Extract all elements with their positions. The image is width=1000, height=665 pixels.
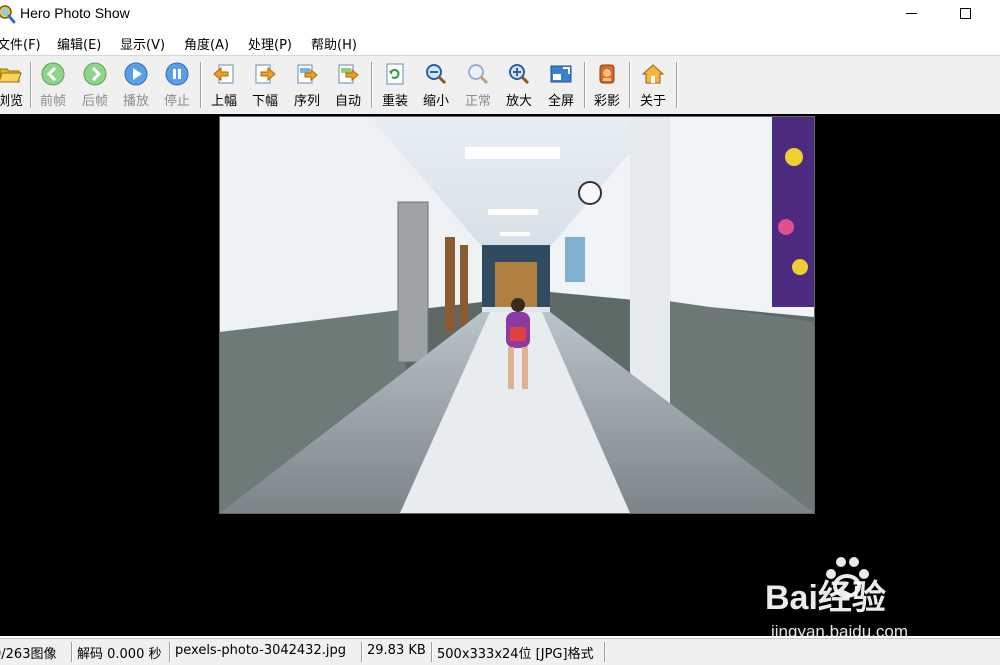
- stop-label: 停止: [163, 94, 190, 109]
- reload-icon: [386, 63, 404, 85]
- zoom-in-button[interactable]: 放大: [499, 59, 539, 111]
- minimize-button[interactable]: [888, 0, 934, 28]
- arrow-right-circle-icon: [83, 62, 107, 86]
- status-format: 500x333x24位 [JPG]格式: [437, 647, 594, 662]
- menu-help[interactable]: 帮助(H): [311, 34, 357, 53]
- watermark-text: Bai经验: [765, 579, 886, 617]
- prev-frame-button[interactable]: 前帧: [33, 59, 73, 111]
- title-bar: Hero Photo Show: [0, 0, 1000, 28]
- status-separator: [169, 642, 171, 662]
- auto-button[interactable]: 自动: [328, 59, 368, 111]
- status-bar: 0/263图像 解码 0.000 秒 pexels-photo-3042432.…: [0, 638, 1000, 665]
- page-arrow-right-icon: [255, 64, 276, 84]
- about-button[interactable]: 关于: [633, 59, 673, 111]
- menu-bar: 文件(F) 编辑(E) 显示(V) 角度(A) 处理(P) 帮助(H): [0, 31, 1000, 53]
- film-sequence-icon: [297, 64, 318, 84]
- hallway-photo-image: [220, 117, 814, 513]
- sequence-button[interactable]: 序列: [287, 59, 327, 111]
- zoom-out-button[interactable]: 缩小: [416, 59, 456, 111]
- status-separator: [431, 642, 433, 662]
- toolbar: 浏览 前帧 后帧 播放 停止 上幅 下幅 序列 自动 重装 缩小 正常 放大 全…: [0, 55, 1000, 115]
- next-image-button[interactable]: 下幅: [245, 59, 285, 111]
- menu-edit[interactable]: 编辑(E): [57, 34, 101, 53]
- page-arrow-left-icon: [213, 64, 234, 84]
- toolbar-separator: [676, 62, 678, 108]
- magnifier-app-icon: [0, 5, 16, 24]
- zoom-normal-icon: [468, 64, 489, 85]
- arrow-left-circle-icon: [41, 62, 65, 86]
- stop-button[interactable]: 停止: [157, 59, 197, 111]
- zoom-out-icon: [426, 64, 447, 85]
- status-separator: [71, 642, 73, 662]
- prev-image-button[interactable]: 上幅: [204, 59, 244, 111]
- color-shadow-label: 彩影: [593, 94, 620, 109]
- menu-file[interactable]: 文件(F): [0, 34, 41, 53]
- status-separator: [361, 642, 363, 662]
- play-button[interactable]: 播放: [116, 59, 156, 111]
- next-frame-button[interactable]: 后帧: [75, 59, 115, 111]
- status-decode-time: 解码 0.000 秒: [77, 647, 162, 662]
- window-title: Hero Photo Show: [20, 5, 130, 21]
- folder-open-icon: [0, 68, 22, 83]
- color-shadow-button[interactable]: 彩影: [587, 59, 627, 111]
- reload-button[interactable]: 重装: [375, 59, 415, 111]
- baidu-watermark: Bai经验 jingyan.baidu.com: [765, 552, 995, 642]
- maximize-button[interactable]: [942, 0, 988, 28]
- auto-play-icon: [338, 64, 359, 84]
- pause-circle-icon: [165, 62, 189, 86]
- fullscreen-button[interactable]: 全屏: [541, 59, 581, 111]
- hallway-photo: [219, 116, 815, 514]
- menu-process[interactable]: 处理(P): [248, 34, 292, 53]
- normal-size-button[interactable]: 正常: [458, 59, 498, 111]
- menu-view[interactable]: 显示(V): [120, 34, 165, 53]
- auto-label: 自动: [334, 94, 361, 109]
- play-circle-icon: [124, 62, 148, 86]
- status-image-count: 0/263图像: [0, 647, 57, 662]
- color-shadow-icon: [599, 64, 615, 84]
- home-icon: [641, 64, 665, 84]
- browse-button[interactable]: 浏览: [0, 59, 30, 111]
- fullscreen-icon: [550, 65, 572, 83]
- about-label: 关于: [639, 94, 666, 109]
- status-filesize: 29.83 KB: [367, 643, 426, 658]
- status-separator: [604, 642, 606, 662]
- fullscreen-label: 全屏: [547, 94, 574, 109]
- menu-angle[interactable]: 角度(A): [184, 34, 229, 53]
- zoom-in-icon: [509, 64, 530, 85]
- status-filename: pexels-photo-3042432.jpg: [175, 643, 346, 658]
